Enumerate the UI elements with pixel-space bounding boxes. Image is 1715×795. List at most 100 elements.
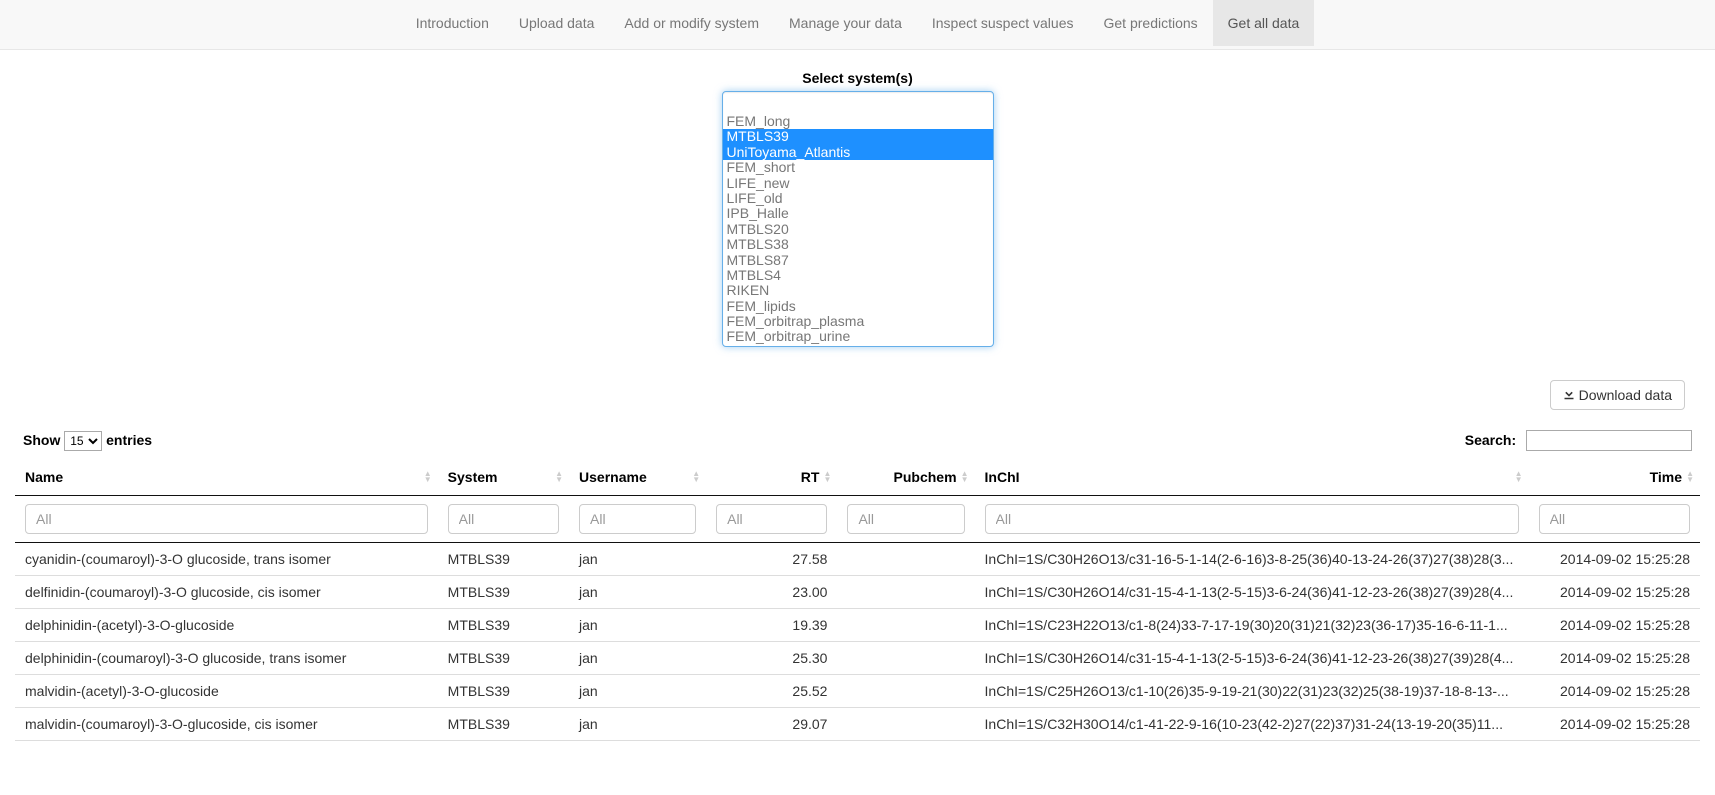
cell-system: MTBLS39 — [438, 543, 569, 576]
column-header[interactable]: InChI▲▼ — [975, 459, 1529, 496]
nav-tab[interactable]: Get all data — [1213, 0, 1315, 46]
cell-inchi: InChI=1S/C30H26O14/c31-15-4-1-13(2-5-15)… — [975, 576, 1529, 609]
column-filter-input[interactable] — [579, 504, 696, 534]
cell-username: jan — [569, 609, 706, 642]
system-option[interactable]: FEM_short — [723, 160, 993, 175]
cell-name: delphinidin-(coumaroyl)-3-O glucoside, t… — [15, 642, 438, 675]
select-systems-label: Select system(s) — [15, 70, 1700, 86]
cell-rt: 29.07 — [706, 708, 837, 741]
table-row: delfinidin-(coumaroyl)-3-O glucoside, ci… — [15, 576, 1700, 609]
column-header[interactable]: Name▲▼ — [15, 459, 438, 496]
sort-icon: ▲▼ — [1515, 471, 1523, 483]
download-data-button[interactable]: Download data — [1550, 380, 1685, 410]
column-filter-input[interactable] — [716, 504, 827, 534]
system-option[interactable]: UniToyama_Atlantis — [723, 145, 993, 160]
cell-time: 2014-09-02 15:25:28 — [1529, 642, 1700, 675]
system-option[interactable]: LIFE_new — [723, 176, 993, 191]
cell-inchi: InChI=1S/C23H22O13/c1-8(24)33-7-17-19(30… — [975, 609, 1529, 642]
sort-icon: ▲▼ — [555, 471, 563, 483]
cell-rt: 19.39 — [706, 609, 837, 642]
cell-time: 2014-09-02 15:25:28 — [1529, 675, 1700, 708]
system-option[interactable]: MTBLS38 — [723, 237, 993, 252]
sort-icon: ▲▼ — [1686, 471, 1694, 483]
table-row: malvidin-(coumaroyl)-3-O-glucoside, cis … — [15, 708, 1700, 741]
cell-name: delphinidin-(acetyl)-3-O-glucoside — [15, 609, 438, 642]
cell-rt: 25.52 — [706, 675, 837, 708]
length-suffix: entries — [106, 432, 152, 448]
cell-pubchem — [837, 708, 974, 741]
table-row: delphinidin-(acetyl)-3-O-glucosideMTBLS3… — [15, 609, 1700, 642]
cell-pubchem — [837, 609, 974, 642]
search-input[interactable] — [1526, 430, 1692, 451]
cell-time: 2014-09-02 15:25:28 — [1529, 576, 1700, 609]
cell-inchi: InChI=1S/C30H26O13/c31-16-5-1-14(2-6-16)… — [975, 543, 1529, 576]
cell-system: MTBLS39 — [438, 708, 569, 741]
systems-multiselect[interactable]: FEM_longMTBLS39UniToyama_AtlantisFEM_sho… — [722, 91, 994, 347]
system-option[interactable]: MTBLS87 — [723, 253, 993, 268]
table-row: cyanidin-(coumaroyl)-3-O glucoside, tran… — [15, 543, 1700, 576]
search-label: Search: — [1465, 432, 1516, 448]
sort-icon: ▲▼ — [424, 471, 432, 483]
cell-name: cyanidin-(coumaroyl)-3-O glucoside, tran… — [15, 543, 438, 576]
nav-tab[interactable]: Get predictions — [1089, 0, 1213, 46]
cell-pubchem — [837, 675, 974, 708]
nav-tab[interactable]: Add or modify system — [609, 0, 774, 46]
cell-rt: 23.00 — [706, 576, 837, 609]
table-search-control: Search: — [1465, 430, 1692, 451]
sort-icon: ▲▼ — [961, 471, 969, 483]
length-select[interactable]: 15 — [64, 431, 102, 451]
cell-name: malvidin-(acetyl)-3-O-glucoside — [15, 675, 438, 708]
column-header[interactable]: Time▲▼ — [1529, 459, 1700, 496]
system-option[interactable]: MTBLS4 — [723, 268, 993, 283]
cell-inchi: InChI=1S/C30H26O14/c31-15-4-1-13(2-5-15)… — [975, 642, 1529, 675]
nav-tab[interactable]: Upload data — [504, 0, 610, 46]
cell-rt: 25.30 — [706, 642, 837, 675]
column-header[interactable]: System▲▼ — [438, 459, 569, 496]
download-icon — [1563, 387, 1575, 403]
nav-tab[interactable]: Introduction — [401, 0, 504, 46]
column-filter-input[interactable] — [985, 504, 1519, 534]
cell-system: MTBLS39 — [438, 576, 569, 609]
cell-time: 2014-09-02 15:25:28 — [1529, 543, 1700, 576]
cell-username: jan — [569, 708, 706, 741]
system-option[interactable]: FEM_long — [723, 114, 993, 129]
system-option[interactable]: MTBLS20 — [723, 222, 993, 237]
system-option[interactable]: MTBLS39 — [723, 129, 993, 144]
column-header[interactable]: Pubchem▲▼ — [837, 459, 974, 496]
length-prefix: Show — [23, 432, 60, 448]
cell-inchi: InChI=1S/C32H30O14/c1-41-22-9-16(10-23(4… — [975, 708, 1529, 741]
data-table: Name▲▼System▲▼Username▲▼RT▲▼Pubchem▲▼InC… — [15, 459, 1700, 741]
table-length-control: Show 15 entries — [23, 431, 152, 451]
system-option[interactable]: LIFE_old — [723, 191, 993, 206]
cell-pubchem — [837, 543, 974, 576]
cell-username: jan — [569, 576, 706, 609]
system-option[interactable]: FEM_orbitrap_urine — [723, 329, 993, 344]
system-option[interactable]: FEM_lipids — [723, 299, 993, 314]
column-filter-input[interactable] — [1539, 504, 1690, 534]
nav-tab[interactable]: Inspect suspect values — [917, 0, 1089, 46]
cell-name: delfinidin-(coumaroyl)-3-O glucoside, ci… — [15, 576, 438, 609]
cell-pubchem — [837, 576, 974, 609]
column-header[interactable]: RT▲▼ — [706, 459, 837, 496]
cell-rt: 27.58 — [706, 543, 837, 576]
cell-system: MTBLS39 — [438, 642, 569, 675]
column-filter-input[interactable] — [847, 504, 964, 534]
cell-name: malvidin-(coumaroyl)-3-O-glucoside, cis … — [15, 708, 438, 741]
column-header[interactable]: Username▲▼ — [569, 459, 706, 496]
cell-username: jan — [569, 543, 706, 576]
table-row: malvidin-(acetyl)-3-O-glucosideMTBLS39ja… — [15, 675, 1700, 708]
cell-username: jan — [569, 675, 706, 708]
system-option[interactable]: RIKEN — [723, 283, 993, 298]
system-option[interactable]: FEM_orbitrap_plasma — [723, 314, 993, 329]
sort-icon: ▲▼ — [824, 471, 832, 483]
column-filter-input[interactable] — [25, 504, 428, 534]
system-option[interactable]: IPB_Halle — [723, 206, 993, 221]
cell-system: MTBLS39 — [438, 675, 569, 708]
cell-inchi: InChI=1S/C25H26O13/c1-10(26)35-9-19-21(3… — [975, 675, 1529, 708]
nav-tab[interactable]: Manage your data — [774, 0, 917, 46]
table-row: delphinidin-(coumaroyl)-3-O glucoside, t… — [15, 642, 1700, 675]
cell-pubchem — [837, 642, 974, 675]
sort-icon: ▲▼ — [692, 471, 700, 483]
cell-time: 2014-09-02 15:25:28 — [1529, 609, 1700, 642]
column-filter-input[interactable] — [448, 504, 559, 534]
